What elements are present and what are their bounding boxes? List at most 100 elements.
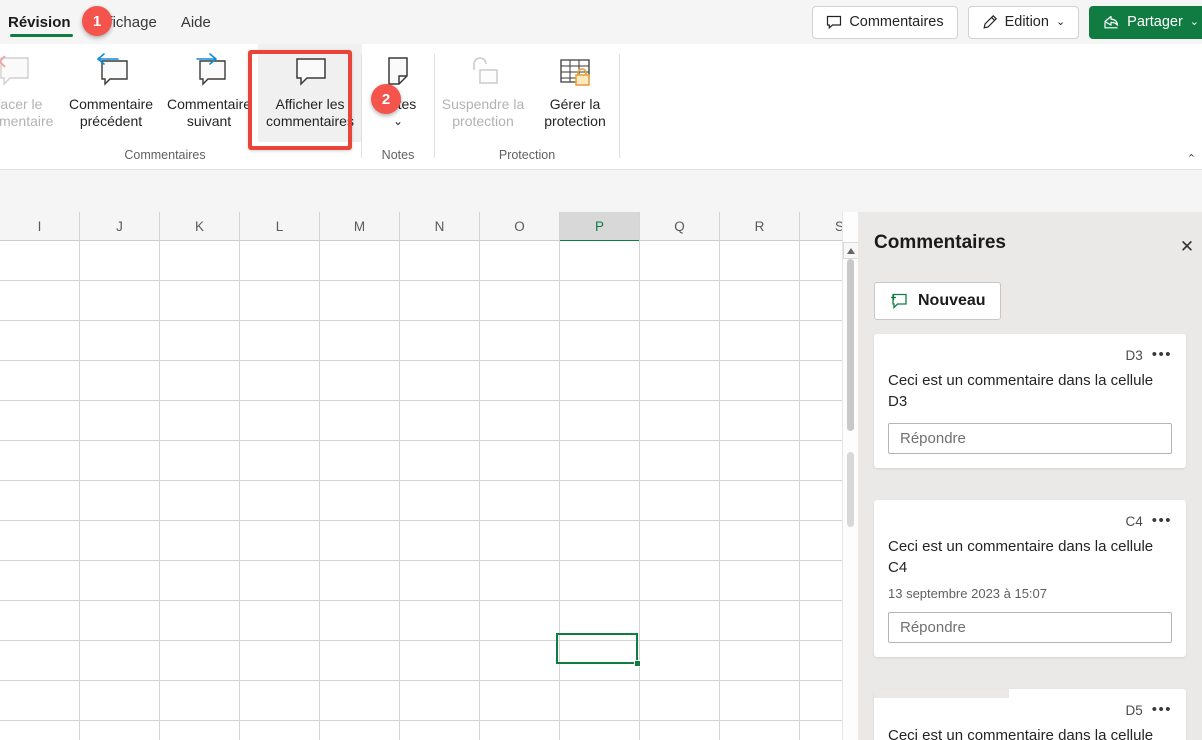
column-header-O[interactable]: O [480,212,560,241]
grid-cell-O[interactable] [480,641,560,681]
grid-cell-P[interactable] [560,361,640,401]
grid-cell-K[interactable] [160,281,240,321]
grid-cell-J[interactable] [80,401,160,441]
grid-cell-J[interactable] [80,481,160,521]
grid-cell-R[interactable] [720,401,800,441]
grid-cell-L[interactable] [240,481,320,521]
grid-cell-R[interactable] [720,561,800,601]
grid-cell-N[interactable] [400,601,480,641]
grid-cell-K[interactable] [160,641,240,681]
grid-row[interactable] [0,521,858,561]
grid-row[interactable] [0,681,858,721]
grid-cell-J[interactable] [80,361,160,401]
grid-cell-P[interactable] [560,601,640,641]
grid-cell-Q[interactable] [640,321,720,361]
vertical-scrollbar[interactable] [842,212,858,740]
comment-card-D3[interactable]: D3 ••• Ceci est un commentaire dans la c… [874,334,1186,468]
grid-cell-N[interactable] [400,721,480,740]
grid-cell-M[interactable] [320,241,400,281]
more-options-icon[interactable]: ••• [1152,347,1172,362]
grid-cell-M[interactable] [320,561,400,601]
reply-input[interactable]: Répondre [888,423,1172,454]
grid-cell-K[interactable] [160,681,240,721]
share-button[interactable]: Partager ⌄ [1089,5,1202,39]
grid-cell-P[interactable] [560,321,640,361]
grid-cell-M[interactable] [320,401,400,441]
grid-cell-N[interactable] [400,681,480,721]
grid-cell-J[interactable] [80,641,160,681]
grid-cell-K[interactable] [160,521,240,561]
grid-cell-M[interactable] [320,481,400,521]
grid-cell-N[interactable] [400,281,480,321]
grid-cell-M[interactable] [320,641,400,681]
grid-cell-I[interactable] [0,561,80,601]
grid-cell-O[interactable] [480,481,560,521]
grid-cell-L[interactable] [240,281,320,321]
grid-cell-K[interactable] [160,601,240,641]
grid-row[interactable] [0,561,858,601]
grid-cell-R[interactable] [720,521,800,561]
grid-cell-I[interactable] [0,441,80,481]
scrollbar-thumb-secondary[interactable] [847,452,854,527]
grid-cell-L[interactable] [240,721,320,740]
grid-body[interactable] [0,241,858,740]
new-comment-button[interactable]: Nouveau [874,282,1001,320]
grid-cell-O[interactable] [480,681,560,721]
grid-row[interactable] [0,361,858,401]
ribbon-button-commentaire-precedent[interactable]: Commentaire précédent [62,44,160,142]
grid-cell-J[interactable] [80,561,160,601]
grid-cell-P[interactable] [560,721,640,740]
grid-cell-L[interactable] [240,601,320,641]
grid-cell-K[interactable] [160,401,240,441]
grid-cell-R[interactable] [720,321,800,361]
grid-cell-J[interactable] [80,241,160,281]
grid-cell-Q[interactable] [640,521,720,561]
grid-cell-R[interactable] [720,721,800,740]
grid-cell-L[interactable] [240,241,320,281]
grid-cell-J[interactable] [80,681,160,721]
grid-row[interactable] [0,641,858,681]
grid-cell-O[interactable] [480,521,560,561]
grid-cell-I[interactable] [0,321,80,361]
grid-cell-I[interactable] [0,241,80,281]
grid-cell-P[interactable] [560,481,640,521]
grid-cell-L[interactable] [240,681,320,721]
grid-cell-M[interactable] [320,601,400,641]
grid-cell-P[interactable] [560,521,640,561]
grid-cell-N[interactable] [400,441,480,481]
grid-cell-N[interactable] [400,561,480,601]
grid-cell-R[interactable] [720,601,800,641]
grid-cell-O[interactable] [480,721,560,740]
comment-card-D5[interactable]: D5 ••• Ceci est un commentaire dans la c… [874,689,1186,740]
edition-button[interactable]: Edition ⌄ [967,5,1080,39]
grid-cell-N[interactable] [400,361,480,401]
grid-cell-Q[interactable] [640,241,720,281]
grid-cell-O[interactable] [480,241,560,281]
comment-card-C4[interactable]: C4 ••• Ceci est un commentaire dans la c… [874,500,1186,657]
grid-cell-R[interactable] [720,361,800,401]
grid-cell-L[interactable] [240,441,320,481]
grid-cell-R[interactable] [720,681,800,721]
grid-cell-Q[interactable] [640,481,720,521]
column-header-N[interactable]: N [400,212,480,241]
grid-cell-K[interactable] [160,721,240,740]
column-header-Q[interactable]: Q [640,212,720,241]
column-header-R[interactable]: R [720,212,800,241]
grid-cell-I[interactable] [0,361,80,401]
ribbon-button-gerer-protection[interactable]: Gérer la protection [531,44,619,142]
grid-row[interactable] [0,441,858,481]
grid-cell-R[interactable] [720,481,800,521]
spreadsheet-grid[interactable]: I J K L M N O P Q R S [0,212,858,740]
grid-row[interactable] [0,481,858,521]
grid-row[interactable] [0,281,858,321]
grid-cell-M[interactable] [320,281,400,321]
grid-cell-L[interactable] [240,361,320,401]
grid-row[interactable] [0,321,858,361]
tab-aide[interactable]: Aide [169,0,223,44]
grid-cell-I[interactable] [0,601,80,641]
grid-cell-Q[interactable] [640,281,720,321]
column-header-J[interactable]: J [80,212,160,241]
grid-cell-R[interactable] [720,441,800,481]
grid-cell-L[interactable] [240,641,320,681]
grid-cell-K[interactable] [160,241,240,281]
